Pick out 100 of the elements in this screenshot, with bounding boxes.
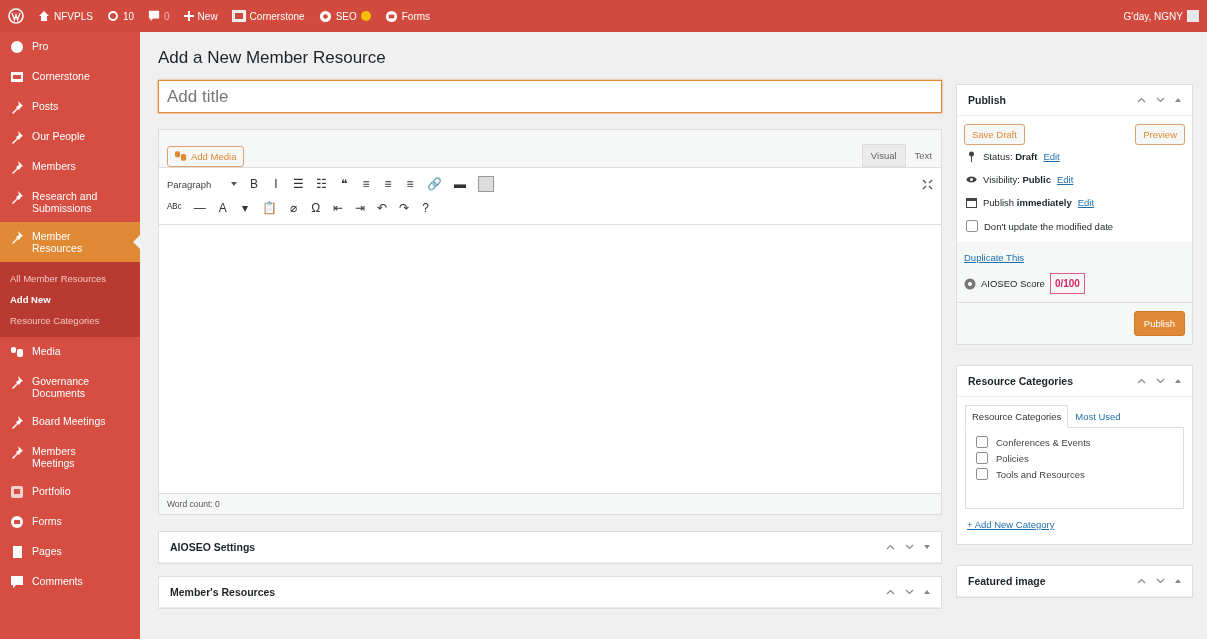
updates-count[interactable]: 10 — [122, 10, 135, 22]
pin-icon — [10, 375, 24, 389]
status-text: Status: Draft — [983, 151, 1038, 162]
notification-dot — [360, 11, 371, 21]
toolbar-button[interactable]: ❝ — [339, 177, 349, 191]
toolbar-button[interactable]: ᴬᴮᶜ — [167, 201, 182, 215]
sidebar-item[interactable]: Pro — [0, 32, 140, 62]
forms-icon — [10, 515, 24, 529]
edit-link[interactable]: Edit — [1077, 197, 1095, 208]
expand-icon[interactable] — [924, 545, 930, 549]
cs-box-icon — [231, 10, 246, 22]
move-up-icon[interactable] — [886, 544, 895, 550]
toolbar-button[interactable]: ↷ — [398, 201, 409, 215]
media-icon — [175, 151, 187, 162]
checkbox-label: Tools and Resources — [996, 468, 1085, 480]
plus-icon — [183, 11, 194, 21]
move-down-icon[interactable] — [1156, 378, 1165, 384]
fullscreen-icon[interactable] — [922, 178, 933, 190]
toolbar-button[interactable]: ☰ — [293, 177, 304, 191]
toolbar-button[interactable]: 📋 — [261, 201, 277, 215]
sidebar-item[interactable]: Research and Submissions — [0, 182, 140, 222]
submenu-item[interactable]: All Member Resources — [0, 268, 140, 289]
toolbar-button[interactable]: ↶ — [376, 201, 387, 215]
collapse-icon[interactable] — [1175, 98, 1181, 102]
collapse-icon[interactable] — [924, 590, 930, 594]
sidebar-item[interactable]: Media — [0, 337, 140, 367]
move-up-icon[interactable] — [1137, 378, 1146, 384]
toolbar-link[interactable]: Forms — [401, 10, 431, 22]
submenu-item[interactable]: Add New — [0, 289, 140, 310]
move-up-icon[interactable] — [886, 589, 895, 595]
add-category-link[interactable]: + Add New Category — [967, 519, 1055, 530]
comment-icon — [148, 10, 161, 22]
portfolio-icon — [10, 485, 24, 499]
caret-icon[interactable] — [231, 182, 237, 186]
sidebar-item[interactable]: Cornerstone — [0, 62, 140, 92]
move-down-icon[interactable] — [905, 589, 914, 595]
editor-tab[interactable]: Visual — [861, 144, 906, 167]
toolbar-toggle-icon[interactable] — [478, 176, 494, 192]
checkbox-label: Don't update the modified date — [984, 220, 1114, 232]
toolbar-button[interactable]: — — [193, 201, 206, 215]
toolbar-button[interactable]: 🔗 — [427, 177, 442, 191]
site-link[interactable]: NFVPLS — [54, 10, 93, 22]
toolbar-button[interactable]: ≡ — [405, 177, 415, 191]
panel-title: Member's Resources — [170, 586, 276, 598]
checkbox[interactable] — [966, 220, 978, 232]
pin-icon — [966, 151, 977, 162]
status-text: Visibility: Public — [983, 174, 1051, 185]
refresh-icon — [106, 10, 119, 22]
title-field[interactable]: Add title — [158, 80, 942, 113]
move-down-icon[interactable] — [1156, 97, 1165, 103]
page-title: Add a New Member Resource — [158, 48, 387, 68]
score-badge: 0/100 — [1049, 273, 1085, 294]
toolbar-button[interactable]: I — [271, 177, 281, 191]
toolbar-button[interactable]: B — [249, 177, 259, 191]
sidebar-item[interactable]: Governance Documents — [0, 367, 140, 407]
duplicate-link[interactable]: Duplicate This — [964, 252, 1025, 263]
sidebar-item[interactable]: Members — [0, 152, 140, 182]
toolbar-button[interactable]: ▬ — [454, 177, 466, 191]
toolbar-button[interactable]: Ω — [310, 201, 321, 215]
cs-box-icon — [10, 70, 24, 84]
submenu-item[interactable]: Resource Categories — [0, 310, 140, 331]
sidebar-item[interactable]: Our People — [0, 122, 140, 152]
move-up-icon[interactable] — [1137, 578, 1146, 584]
checkbox[interactable] — [976, 452, 988, 464]
toolbar-button[interactable]: ⇤ — [332, 201, 343, 215]
move-down-icon[interactable] — [1156, 578, 1165, 584]
checkbox[interactable] — [976, 468, 988, 480]
toolbar-button[interactable]: ▾ — [239, 201, 250, 215]
toolbar-button[interactable]: ≡ — [361, 177, 371, 191]
pin-icon — [10, 190, 24, 204]
format-dropdown[interactable]: Paragraph — [167, 178, 219, 190]
sidebar-item[interactable]: Portfolio — [0, 477, 140, 507]
sidebar-item[interactable]: Forms — [0, 507, 140, 537]
toolbar-link[interactable]: Cornerstone — [249, 10, 305, 22]
edit-link[interactable]: Edit — [1043, 151, 1060, 162]
toolbar-button[interactable]: ⇥ — [354, 201, 365, 215]
toolbar-button[interactable]: ≡ — [383, 177, 393, 191]
toolbar-link[interactable]: SEO — [335, 10, 357, 22]
new-link[interactable]: New — [197, 10, 218, 22]
toolbar-button[interactable]: ☷ — [316, 177, 327, 191]
wordpress-logo-icon[interactable] — [8, 8, 24, 24]
pin-icon — [10, 230, 24, 244]
collapse-icon[interactable] — [1175, 379, 1181, 383]
toolbar-button[interactable]: ⌀ — [288, 201, 299, 215]
sidebar-item[interactable]: Members Meetings — [0, 437, 140, 477]
category-tab[interactable]: Resource Categories — [965, 405, 1069, 428]
checkbox[interactable] — [976, 436, 988, 448]
greeting-link[interactable]: G'day, NGNY — [1123, 10, 1183, 22]
move-down-icon[interactable] — [905, 544, 914, 550]
edit-link[interactable]: Edit — [1056, 174, 1074, 185]
pin-icon — [10, 100, 24, 114]
sidebar-item[interactable]: Comments — [0, 567, 140, 597]
sidebar-item[interactable]: Board Meetings — [0, 407, 140, 437]
collapse-icon[interactable] — [1175, 579, 1181, 583]
move-up-icon[interactable] — [1137, 97, 1146, 103]
category-tab[interactable]: Most Used — [1068, 405, 1128, 428]
toolbar-button[interactable]: A — [217, 201, 228, 215]
sidebar-item[interactable]: Posts — [0, 92, 140, 122]
sidebar-item[interactable]: Pages — [0, 537, 140, 567]
toolbar-button[interactable]: ? — [420, 201, 431, 215]
